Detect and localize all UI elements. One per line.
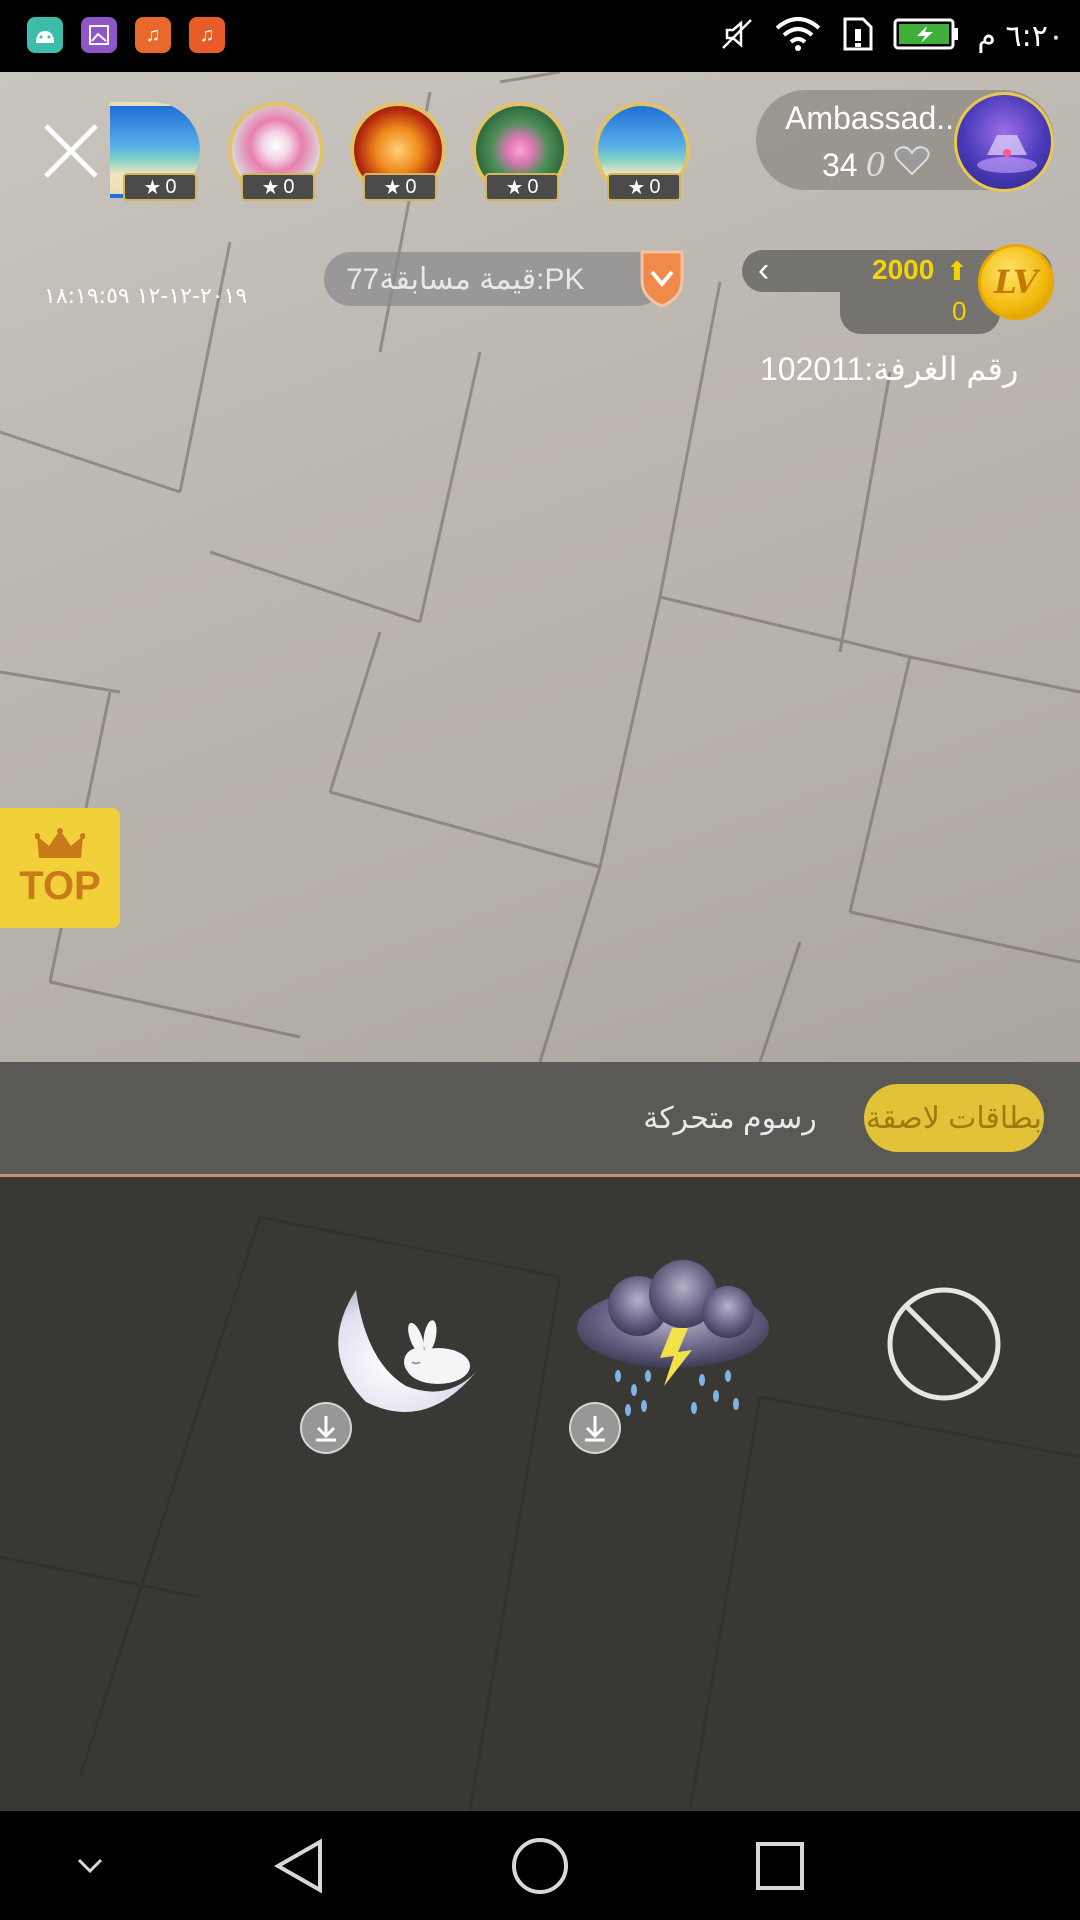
wifi-icon bbox=[773, 16, 823, 57]
navigation-bar bbox=[0, 1811, 1080, 1920]
viewer-badge-2: ★ 0 bbox=[241, 173, 315, 201]
level-pill-bottom bbox=[840, 292, 1000, 334]
host-followers: 34 bbox=[822, 146, 858, 183]
arrow-up-icon: ⬆ bbox=[946, 256, 968, 286]
live-video-area: ★ 0 ★ 0 ★ 0 ★ 0 ★ 0 Ambassad... 34 0 قيمة مسا… bbox=[0, 72, 1080, 1062]
home-icon[interactable] bbox=[498, 1811, 582, 1920]
level-value: 2000 bbox=[872, 254, 935, 285]
room-number: رقم الغرفة:102011 bbox=[760, 351, 1019, 387]
viewer-badge-3: ★ 0 bbox=[363, 173, 437, 201]
status-bar: ♫ ♫ ٦:٢٠ م bbox=[0, 0, 1080, 72]
android-icon bbox=[27, 17, 63, 53]
chevron-down-icon[interactable] bbox=[60, 1811, 120, 1920]
download-icon-2[interactable] bbox=[300, 1402, 352, 1454]
level-coin-icon: LV bbox=[978, 244, 1054, 320]
none-sticker[interactable] bbox=[882, 1282, 1006, 1406]
pk-value-pill[interactable]: قيمة مسابقة77:PK bbox=[324, 252, 664, 306]
mute-icon bbox=[719, 16, 755, 57]
viewer-badge-1: ★ 0 bbox=[123, 173, 197, 201]
floor-background bbox=[0, 72, 1080, 1062]
crown-icon bbox=[35, 827, 85, 858]
download-icon[interactable] bbox=[569, 1402, 621, 1454]
battery-icon bbox=[893, 17, 959, 56]
viewer-badge-5: ★ 0 bbox=[607, 173, 681, 201]
timestamp: ٢٠١٩-١٢-١٢ ١٨:١٩:٥٩ bbox=[44, 284, 248, 309]
star-icon: ★ bbox=[505, 176, 524, 199]
panel-background bbox=[0, 1215, 1080, 1811]
status-time: ٦:٢٠ م bbox=[977, 18, 1064, 54]
sticker-panel: بطاقات لاصقة رسوم متحركة bbox=[0, 1062, 1080, 1811]
host-name: Ambassad... bbox=[785, 100, 963, 136]
back-icon[interactable] bbox=[258, 1811, 342, 1920]
close-icon[interactable] bbox=[40, 120, 102, 182]
chevron-left-icon[interactable]: ‹ bbox=[758, 250, 788, 292]
star-icon: ★ bbox=[261, 176, 280, 199]
tab-stickers[interactable]: بطاقات لاصقة bbox=[864, 1084, 1044, 1152]
recents-icon[interactable] bbox=[738, 1811, 822, 1920]
star-icon: ★ bbox=[627, 176, 646, 199]
top-button[interactable]: TOP bbox=[0, 808, 120, 928]
star-icon: ★ bbox=[143, 176, 162, 199]
level-sub-value: 0 bbox=[952, 296, 967, 326]
host-stats: 34 0 bbox=[822, 146, 930, 184]
pk-label: قيمة مسابقة77:PK bbox=[346, 262, 585, 296]
sim-icon bbox=[841, 15, 875, 58]
gallery-icon bbox=[81, 17, 117, 53]
music-icon-2: ♫ bbox=[189, 17, 225, 53]
host-likes: 0 bbox=[865, 146, 886, 184]
host-avatar[interactable] bbox=[954, 92, 1054, 192]
top-label: TOP bbox=[19, 863, 101, 908]
tab-animations[interactable]: رسوم متحركة bbox=[630, 1092, 830, 1144]
heart-icon bbox=[894, 146, 930, 184]
star-icon: ★ bbox=[383, 176, 402, 199]
viewer-badge-4: ★ 0 bbox=[485, 173, 559, 201]
music-icon: ♫ bbox=[135, 17, 171, 53]
pk-shield-icon bbox=[640, 250, 684, 308]
moon-rabbit-sticker[interactable] bbox=[326, 1282, 486, 1422]
